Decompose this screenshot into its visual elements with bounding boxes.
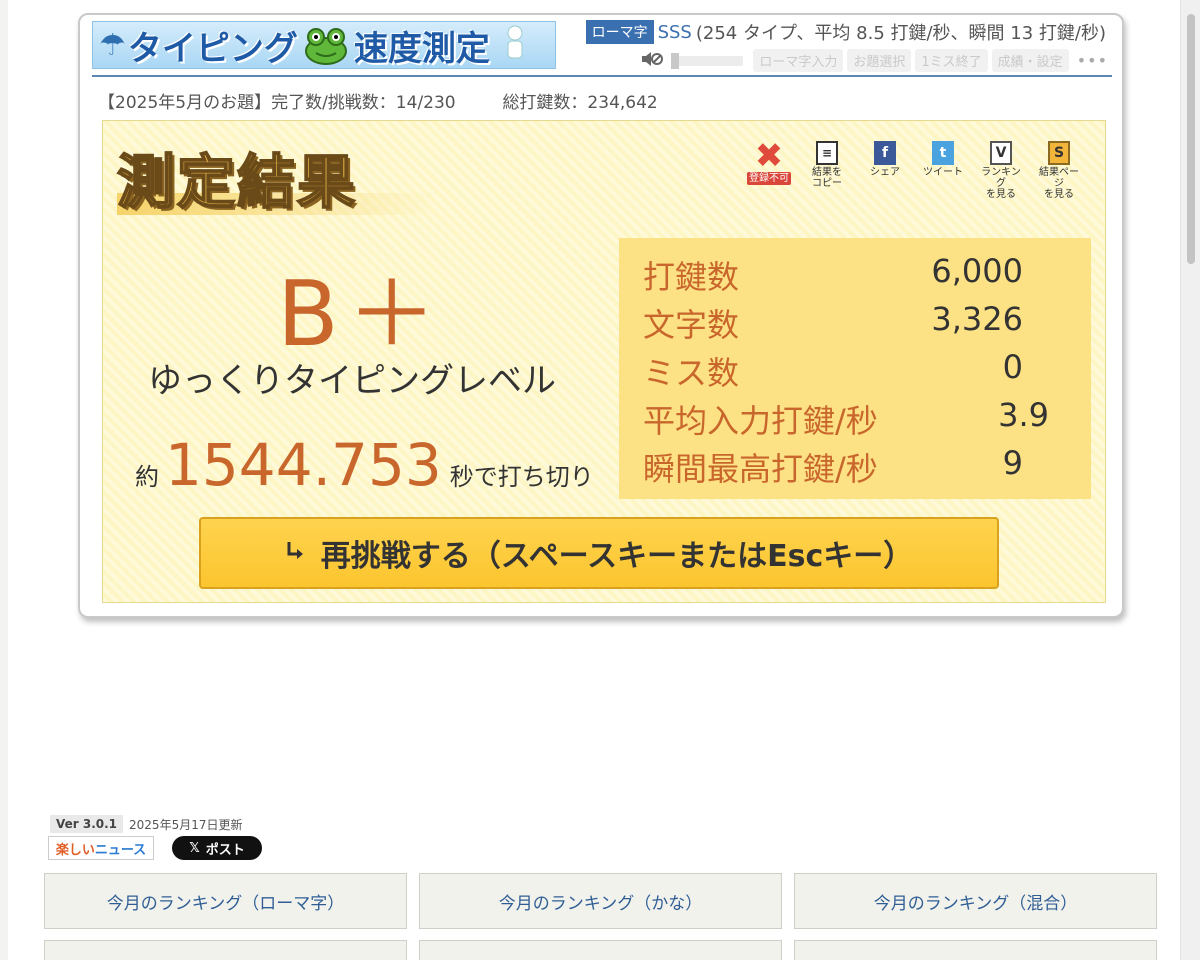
toolbar: ローマ字入力 お題選択 1ミス終了 成績・設定 ••• bbox=[641, 49, 1108, 72]
stat-value: 3.9 bbox=[998, 396, 1049, 434]
volume-slider[interactable] bbox=[671, 52, 744, 69]
header-divider bbox=[92, 75, 1112, 77]
stat-row: 瞬間最高打鍵/秒 9 bbox=[643, 444, 1073, 490]
time-value: 1544.753 bbox=[165, 431, 442, 499]
share-button[interactable]: f シェア bbox=[861, 141, 909, 200]
logo-text-typing: タイピング bbox=[127, 28, 298, 69]
time-prefix: 約 bbox=[135, 463, 159, 491]
view-result-page-label: 結果ページ を見る bbox=[1039, 167, 1079, 200]
monthly-topic-progress: 【2025年5月のお題】完了数/挑戦数：14/230 bbox=[98, 93, 456, 113]
stat-label: 打鍵数 bbox=[643, 258, 740, 296]
stats-box: 打鍵数 6,000 文字数 3,326 ミス数 0 平均入力打鍵/秒 3.9 瞬… bbox=[619, 238, 1091, 499]
news-banner-text-2: ニュース bbox=[94, 842, 147, 858]
stat-value: 6,000 bbox=[931, 252, 1023, 290]
stat-row: 打鍵数 6,000 bbox=[643, 252, 1073, 298]
time-line: 約 1544.753 秒で打ち切り bbox=[135, 431, 594, 499]
page: ☂ タイピング 速度測定 ローマ字 SSS (254 タイプ、平均 8.5 打鍵… bbox=[8, 0, 1180, 960]
x-post-button[interactable]: 𝕏 ポスト bbox=[172, 836, 262, 860]
register-disabled-label: 登録不可 bbox=[747, 172, 791, 185]
view-ranking-label: ランキング を見る bbox=[981, 167, 1021, 200]
view-result-page-button[interactable]: S 結果ページ を見る bbox=[1035, 141, 1083, 200]
romaji-input-button[interactable]: ローマ字入力 bbox=[753, 49, 844, 72]
typing-card: ☂ タイピング 速度測定 ローマ字 SSS (254 タイプ、平均 8.5 打鍵… bbox=[78, 13, 1124, 618]
tweet-button[interactable]: t ツイート bbox=[919, 141, 967, 200]
post-label: ポスト bbox=[205, 842, 245, 858]
best-rank: SSS bbox=[657, 21, 692, 43]
result-actions: ✖ 登録不可 ≡ 結果を コピー f シェア t ツイート V ランキング を見… bbox=[745, 136, 1083, 200]
stat-value: 0 bbox=[1002, 348, 1023, 386]
retry-icon bbox=[285, 539, 309, 567]
stat-label: 文字数 bbox=[643, 306, 740, 344]
share-label: シェア bbox=[870, 167, 900, 178]
clipboard-icon: ≡ bbox=[816, 141, 838, 165]
stat-label: ミス数 bbox=[643, 354, 740, 392]
close-x-icon: ✖ bbox=[754, 136, 784, 176]
result-title: 測定結果 bbox=[116, 147, 358, 217]
ranking-kana-link[interactable]: 今月のランキング（かな） bbox=[419, 873, 782, 929]
grade: B＋ bbox=[277, 262, 445, 367]
frog-icon bbox=[302, 25, 350, 65]
stat-row: ミス数 0 bbox=[643, 348, 1073, 394]
ranking-mixed-link[interactable]: 今月のランキング（混合） bbox=[794, 873, 1157, 929]
scrollbar[interactable] bbox=[1180, 0, 1200, 960]
updated-date: 2025年5月17日更新 bbox=[129, 817, 243, 832]
facebook-icon: f bbox=[874, 141, 896, 165]
retry-button[interactable]: 再挑戦する（スペースキーまたはEscキー） bbox=[199, 517, 999, 589]
register-disabled-button[interactable]: ✖ 登録不可 bbox=[745, 136, 793, 200]
result-panel: 測定結果 ✖ 登録不可 ≡ 結果を コピー f シェア t ツイート V ランキ… bbox=[102, 120, 1106, 603]
copy-result-label: 結果を コピー bbox=[812, 167, 842, 189]
view-ranking-button[interactable]: V ランキング を見る bbox=[977, 141, 1025, 200]
tweet-label: ツイート bbox=[923, 167, 963, 178]
version-badge: Ver 3.0.1 bbox=[50, 815, 124, 833]
nav-link[interactable] bbox=[44, 940, 407, 960]
stat-label: 瞬間最高打鍵/秒 bbox=[643, 450, 878, 488]
best-rank-line: ローマ字 SSS (254 タイプ、平均 8.5 打鍵/秒、瞬間 13 打鍵/秒… bbox=[585, 19, 1106, 45]
ranking-romaji-link[interactable]: 今月のランキング（ローマ字） bbox=[44, 873, 407, 929]
news-banner-text-1: 楽しい bbox=[55, 842, 95, 858]
mode-badge: ローマ字 bbox=[585, 20, 654, 44]
stat-value: 3,326 bbox=[931, 300, 1023, 338]
topic-select-button[interactable]: お題選択 bbox=[847, 49, 912, 72]
volume-slider-handle[interactable] bbox=[671, 52, 680, 69]
news-banner-link[interactable]: 楽しい ニュース bbox=[48, 836, 154, 860]
best-rank-detail: (254 タイプ、平均 8.5 打鍵/秒、瞬間 13 打鍵/秒) bbox=[695, 23, 1106, 44]
retry-label: 再挑戦する（スペースキーまたはEscキー） bbox=[320, 539, 914, 574]
more-icon[interactable]: ••• bbox=[1077, 51, 1108, 70]
umbrella-icon: ☂ bbox=[99, 27, 126, 63]
result-page-icon: S bbox=[1048, 141, 1070, 165]
results-settings-button[interactable]: 成績・設定 bbox=[991, 49, 1069, 72]
stat-label: 平均入力打鍵/秒 bbox=[643, 402, 878, 440]
stat-value: 9 bbox=[1002, 444, 1023, 482]
scrollbar-thumb[interactable] bbox=[1187, 14, 1195, 264]
monthly-stats: 【2025年5月のお題】完了数/挑戦数：14/230 総打鍵数：234,642 bbox=[98, 88, 658, 113]
mute-icon[interactable] bbox=[641, 51, 667, 71]
x-logo-icon: 𝕏 bbox=[189, 840, 200, 856]
ranking-nav: 今月のランキング（ローマ字） 今月のランキング（かな） 今月のランキング（混合） bbox=[44, 873, 1158, 960]
person-icon bbox=[504, 25, 526, 66]
stat-row: 平均入力打鍵/秒 3.9 bbox=[643, 396, 1073, 442]
version-info: Ver 3.0.1 2025年5月17日更新 bbox=[50, 815, 242, 833]
site-logo[interactable]: ☂ タイピング 速度測定 bbox=[92, 21, 556, 69]
nav-link[interactable] bbox=[794, 940, 1157, 960]
time-suffix: 秒で打ち切り bbox=[449, 463, 594, 491]
nav-link[interactable] bbox=[419, 940, 782, 960]
logo-text-speed: 速度測定 bbox=[353, 28, 490, 69]
twitter-icon: t bbox=[932, 141, 954, 165]
total-keystrokes: 総打鍵数：234,642 bbox=[502, 93, 658, 113]
ranking-icon: V bbox=[990, 141, 1012, 165]
copy-result-button[interactable]: ≡ 結果を コピー bbox=[803, 141, 851, 200]
level-text: ゆっくりタイピングレベル bbox=[148, 361, 556, 401]
one-miss-end-button[interactable]: 1ミス終了 bbox=[915, 49, 988, 72]
stat-row: 文字数 3,326 bbox=[643, 300, 1073, 346]
